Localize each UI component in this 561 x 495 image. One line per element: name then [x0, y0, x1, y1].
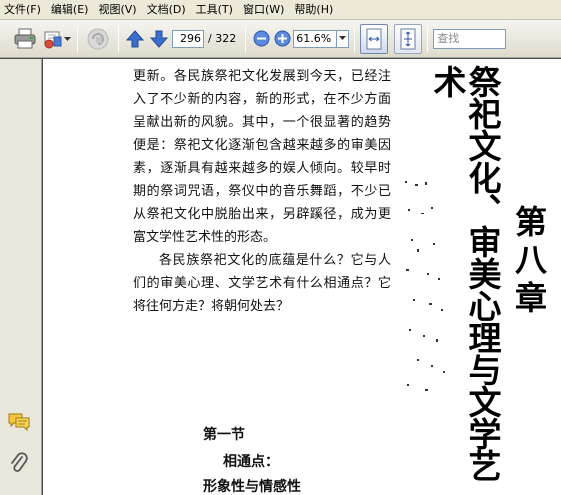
fit-page-button[interactable]	[394, 23, 423, 54]
next-page-icon	[149, 30, 169, 48]
print-button[interactable]	[10, 25, 40, 53]
comments-icon	[8, 413, 30, 432]
menu-view[interactable]: 视图(V)	[93, 0, 141, 20]
toolbar-divider	[354, 25, 356, 52]
search-input[interactable]: 查找	[433, 28, 507, 49]
page-total: / 322	[208, 32, 237, 45]
menu-tools[interactable]: 工具(T)	[191, 0, 238, 20]
previous-page-icon	[125, 29, 145, 47]
toolbar-divider	[118, 25, 119, 52]
chevron-down-icon	[339, 36, 347, 40]
chapter-title: 祭祀文化、审美心理与文学艺术	[428, 65, 502, 481]
menu-edit[interactable]: 编辑(E)	[46, 0, 94, 20]
toolbar-divider	[245, 25, 247, 52]
menu-bar: 文件(F) 编辑(E) 视图(V) 文档(D) 工具(T) 窗口(W) 帮助(H…	[0, 0, 561, 20]
body-paragraph: 更新。各民族祭祀文化发展到今天，已经注入了不少新的内容，新的形式，在不少方面呈献…	[133, 69, 391, 245]
toolbar: / 322 查找	[0, 20, 561, 58]
body-text: 更新。各民族祭祀文化发展到今天，已经注入了不少新的内容，新的形式，在不少方面呈献…	[133, 65, 391, 318]
attachments-icon	[11, 452, 28, 472]
chapter-number: 第八章	[510, 205, 548, 319]
body-paragraph: 各民族祭祀文化的底蕴是什么？它与人们的审美心理、文学艺术有什么相通点？它将往何方…	[133, 253, 391, 314]
review-icon	[87, 28, 109, 49]
scan-artifacts	[405, 181, 445, 391]
fit-width-icon	[366, 28, 382, 49]
zoom-in-button[interactable]	[271, 25, 293, 53]
document-page: 更新。各民族祭祀文化发展到今天，已经注入了不少新的内容，新的形式，在不少方面呈献…	[43, 59, 561, 495]
menu-help[interactable]: 帮助(H)	[289, 0, 338, 20]
section-subheading: 形象性与情感性	[203, 479, 301, 495]
previous-page-button[interactable]	[124, 25, 146, 53]
section-subheading: 相通点：	[223, 454, 279, 470]
email-button[interactable]	[40, 25, 72, 53]
menu-window[interactable]: 窗口(W)	[238, 0, 289, 20]
review-button[interactable]	[83, 25, 113, 53]
attachments-button[interactable]	[7, 452, 31, 475]
comments-button[interactable]	[7, 411, 31, 433]
chevron-down-icon[interactable]	[63, 36, 71, 42]
zoom-out-button[interactable]	[251, 25, 271, 53]
navigation-pane	[0, 59, 42, 495]
printer-icon	[14, 28, 36, 48]
fit-width-button[interactable]	[360, 23, 389, 54]
next-page-button[interactable]	[146, 25, 172, 53]
zoom-in-icon	[274, 30, 291, 47]
zoom-level-input[interactable]	[293, 29, 338, 48]
menu-file[interactable]: 文件(F)	[0, 0, 46, 20]
section-heading: 第一节	[203, 427, 245, 443]
toolbar-divider	[427, 25, 429, 52]
page-number-input[interactable]	[172, 29, 204, 48]
menu-document[interactable]: 文档(D)	[142, 0, 191, 20]
zoom-dropdown-button[interactable]	[337, 29, 350, 48]
fit-page-icon	[400, 28, 416, 49]
toolbar-divider	[77, 25, 78, 52]
email-icon	[44, 31, 61, 48]
zoom-out-icon	[253, 30, 270, 47]
